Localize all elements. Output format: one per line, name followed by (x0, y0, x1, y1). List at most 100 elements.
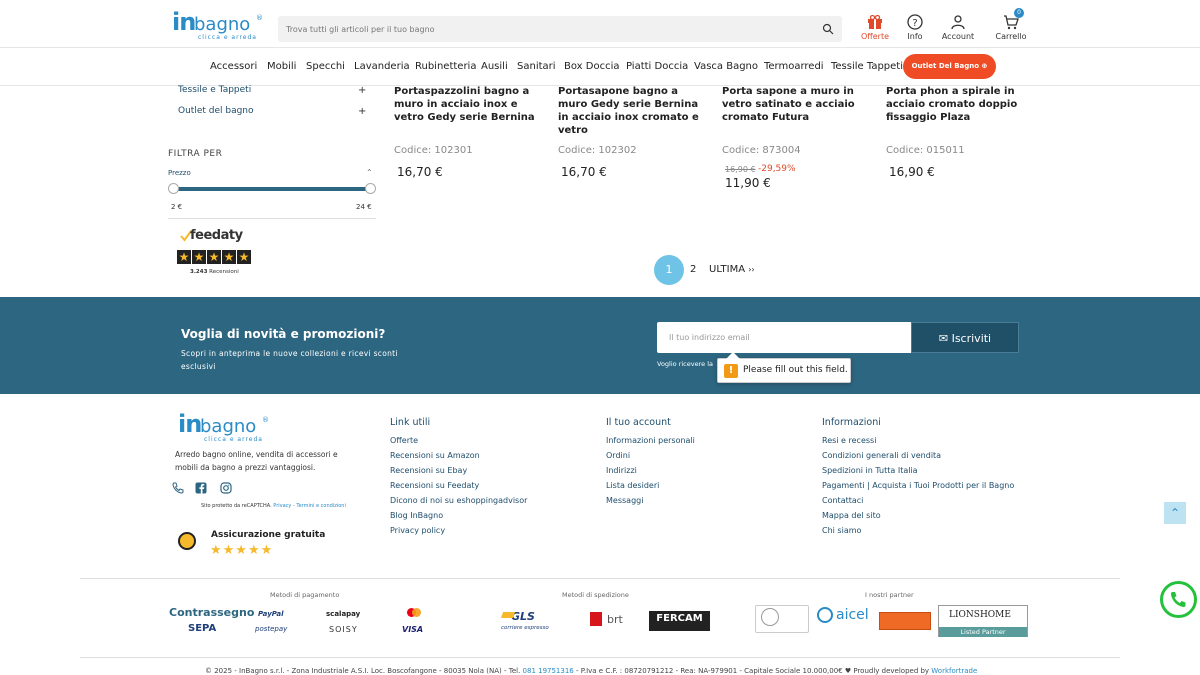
nav-item-rubinetteria[interactable]: Rubinetteria (415, 61, 476, 72)
warning-icon: ! (724, 364, 738, 378)
footer-link[interactable]: Condizioni generali di vendita (822, 451, 941, 460)
price-slider-max-handle[interactable] (365, 183, 376, 194)
nav-item-vasca-bagno[interactable]: Vasca Bagno (694, 61, 758, 72)
footer-divider (80, 578, 1120, 579)
footer-link[interactable]: Recensioni su Feedaty (390, 481, 479, 490)
chevron-up-icon[interactable]: ⌃ (366, 168, 373, 177)
product-discount: -29,59% (758, 164, 796, 174)
nav-item-tessile-tappeti[interactable]: Tessile Tappeti (831, 61, 903, 72)
star-icon: ★ (208, 250, 220, 264)
chevron-double-up-icon: ⌃ (1169, 506, 1181, 520)
account-label: Account (941, 32, 975, 41)
nav-item-termoarredi[interactable]: Termoarredi (764, 61, 824, 72)
facebook-icon[interactable] (195, 482, 207, 494)
phone-icon[interactable] (172, 482, 184, 494)
footer-link[interactable]: Recensioni su Ebay (390, 466, 467, 475)
insurance-badge-icon (178, 532, 196, 550)
info-label: Info (907, 32, 923, 41)
expand-plus-icon[interactable]: + (358, 106, 366, 117)
search-bar (278, 16, 842, 42)
search-icon[interactable] (822, 23, 834, 35)
developer-link[interactable]: Workfortrade (931, 667, 977, 675)
sidebar-category-outlet[interactable]: Outlet del bagno (178, 106, 254, 116)
footer-link[interactable]: Ordini (606, 451, 630, 460)
footer-link[interactable]: Blog InBagno (390, 511, 443, 520)
outlet-button-label: Outlet Del Bagno (911, 62, 980, 70)
logo-trademark: ® (262, 416, 269, 424)
footer-link[interactable]: Chi siamo (822, 526, 861, 535)
site-logo[interactable]: in bagno ® clicca e arreda (172, 8, 263, 42)
footer-link[interactable]: Spedizioni in Tutta Italia (822, 466, 918, 475)
footer-link[interactable]: Lista desideri (606, 481, 659, 490)
nav-item-accessori[interactable]: Accessori (210, 61, 257, 72)
logo-tagline: clicca e arreda (198, 34, 257, 41)
footer-col-title-link-utili: Link utili (390, 417, 431, 428)
cart-label: Carrello (995, 32, 1027, 41)
whatsapp-phone-icon (1171, 592, 1186, 607)
nav-item-ausili[interactable]: Ausili (481, 61, 508, 72)
footer-link[interactable]: Indirizzi (606, 466, 637, 475)
back-to-top-button[interactable]: ⌃ (1164, 502, 1186, 524)
listed-partner-label: Listed Partner (939, 627, 1027, 637)
nav-item-specchi[interactable]: Specchi (306, 61, 345, 72)
price-slider-track[interactable] (173, 187, 371, 191)
footer-link[interactable]: Privacy policy (390, 526, 445, 535)
feedaty-name: feedaty (190, 228, 243, 243)
footer-link[interactable]: Pagamenti | Acquista i Tuoi Prodotti per… (822, 481, 1014, 490)
footer-link[interactable]: Resi e recessi (822, 436, 876, 445)
arrow-circle-icon: ⊕ (981, 62, 988, 70)
product-title[interactable]: Porta phon a spirale in acciaio cromato … (886, 85, 1036, 124)
outlet-button[interactable]: Outlet Del Bagno ⊕ (903, 54, 996, 79)
insurance-stars: ★★★★★ (210, 543, 274, 558)
pagination-page-2[interactable]: 2 (690, 264, 696, 275)
footer-link[interactable]: Informazioni personali (606, 436, 695, 445)
footer-link[interactable]: Dicono di noi su eshoppingadvisor (390, 496, 527, 505)
nav-item-box-doccia[interactable]: Box Doccia (564, 61, 620, 72)
recaptcha-privacy-link[interactable]: Privacy (273, 503, 291, 509)
pagination-page-current[interactable]: 1 (654, 255, 684, 285)
star-icon: ★ (238, 250, 250, 264)
product-code: Codice: 873004 (722, 145, 801, 156)
instagram-icon[interactable] (220, 482, 232, 494)
gls-swoosh-icon (500, 612, 516, 618)
product-title[interactable]: Porta sapone a muro in vetro satinato e … (722, 85, 872, 124)
footer-logo[interactable]: in bagno ® clicca e arreda (178, 410, 269, 444)
user-icon (951, 15, 965, 30)
footer-link[interactable]: Offerte (390, 436, 418, 445)
partner-orange-logo (879, 612, 931, 630)
logo-in: in (172, 8, 196, 36)
product-old-price: 16,90 € (725, 165, 756, 174)
aicel-logo: aicel (836, 607, 869, 623)
payments-title: Metodi di pagamento (270, 591, 340, 599)
footer-link[interactable]: Recensioni su Amazon (390, 451, 480, 460)
aicel-mark-icon (817, 607, 833, 623)
newsletter-email-input[interactable] (657, 322, 911, 353)
account-link[interactable]: Account (933, 14, 983, 41)
newsletter-consent-text[interactable]: Voglio ricevere la (657, 360, 713, 368)
search-input[interactable] (278, 16, 808, 42)
footer-link[interactable]: Contattaci (822, 496, 863, 505)
whatsapp-button[interactable] (1160, 581, 1197, 618)
product-title[interactable]: Portasapone bagno a muro Gedy serie Bern… (558, 85, 708, 137)
sidebar-category-tessile[interactable]: Tessile e Tappeti (178, 85, 251, 95)
subscribe-button[interactable]: ✉ Iscriviti (911, 322, 1019, 353)
nav-item-mobili[interactable]: Mobili (267, 61, 296, 72)
footer-link[interactable]: Mappa del sito (822, 511, 881, 520)
product-code: Codice: 102301 (394, 145, 473, 156)
sepa-logo: SEPA (188, 623, 217, 634)
recaptcha-terms-link[interactable]: Termini e condizioni (296, 503, 346, 509)
pagination-last[interactable]: ULTIMA ›› (709, 264, 755, 275)
brt-logo: brt (607, 613, 623, 626)
expand-plus-icon[interactable]: + (358, 85, 366, 96)
nav-item-sanitari[interactable]: Sanitari (517, 61, 556, 72)
newsletter-section: Voglia di novità e promozioni? Scopri in… (0, 297, 1200, 394)
price-slider-min-handle[interactable] (168, 183, 179, 194)
product-title[interactable]: Portaspazzolini bagno a muro in acciaio … (394, 85, 544, 124)
nav-item-piatti-doccia[interactable]: Piatti Doccia (626, 61, 688, 72)
phone-link[interactable]: 081 19751316 (523, 667, 574, 675)
nav-item-lavanderia[interactable]: Lavanderia (354, 61, 410, 72)
footer-link[interactable]: Messaggi (606, 496, 643, 505)
cart-link[interactable]: Carrello 0 (986, 8, 1036, 41)
price-filter-label[interactable]: Prezzo (168, 169, 191, 177)
logo-bagno: bagno (194, 14, 251, 35)
